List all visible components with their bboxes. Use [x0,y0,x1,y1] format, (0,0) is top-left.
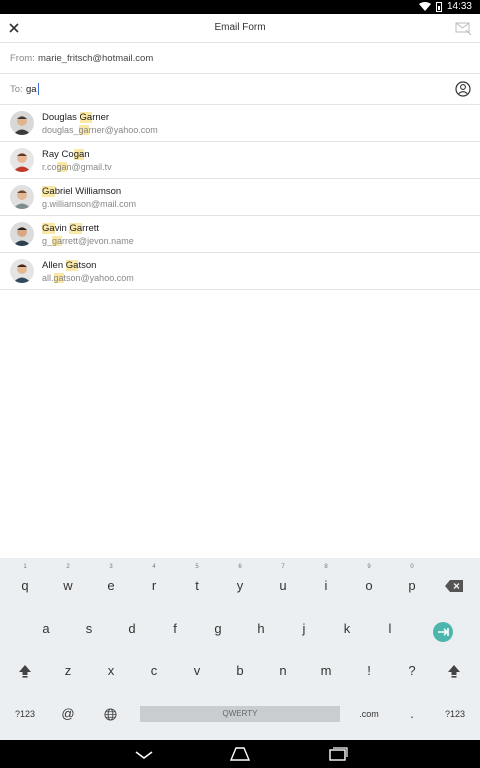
key-f[interactable]: f [160,615,190,643]
status-icons: 14:33 [418,1,472,13]
key-y[interactable]: 6y [225,564,255,600]
page-title: Email Form [214,22,266,33]
to-input[interactable] [26,81,406,97]
key-q[interactable]: 1q [10,564,40,600]
key-w[interactable]: 2w [53,564,83,600]
contact-email: g.williamson@mail.com [42,199,137,209]
from-label: From: [10,53,35,64]
contact-email: r.cogan@gmail.tv [42,162,112,172]
key-c[interactable]: c [139,657,169,685]
space-bar[interactable]: QWERTY [140,706,340,722]
contact-name: Gavin Garrett [42,223,100,234]
home-icon[interactable] [230,746,250,762]
list-item[interactable]: Gavin Garrett g_garrett@jevon.name [0,216,480,253]
navigation-bar [0,740,480,768]
key-v[interactable]: v [182,657,212,685]
symbols-key-right[interactable]: ?123 [440,700,470,728]
key-g[interactable]: g [203,615,233,643]
back-icon[interactable] [134,746,154,762]
key-d[interactable]: d [117,615,147,643]
shift-icon[interactable] [446,663,462,679]
contact-name: Gabriel Williamson [42,186,122,197]
key-e[interactable]: 3e [96,564,126,600]
from-value: marie_fritsch@hotmail.com [38,53,154,64]
status-bar: 14:33 [0,0,480,14]
text-caret [38,83,39,95]
key-exclamation[interactable]: ! [354,657,384,685]
key-z[interactable]: z [53,657,83,685]
key-s[interactable]: s [74,615,104,643]
soft-keyboard: 1q 2w 3e 4r 5t 6y 7u 8i 9o 0p a s d f g … [0,558,480,740]
avatar [10,222,34,246]
key-k[interactable]: k [332,615,362,643]
avatar [10,259,34,283]
list-item[interactable]: Douglas Garner douglas_garner@yahoo.com [0,105,480,142]
key-m[interactable]: m [311,657,341,685]
key-p[interactable]: 0p [397,564,427,600]
symbols-key[interactable]: ?123 [10,700,40,728]
avatar [10,185,34,209]
key-b[interactable]: b [225,657,255,685]
contact-name: Douglas Garner [42,112,110,123]
send-icon[interactable] [454,20,472,36]
key-l[interactable]: l [375,615,405,643]
person-avatar-icon [10,222,34,246]
list-item[interactable]: Allen Gatson all.gatson@yahoo.com [0,253,480,290]
list-item[interactable]: Gabriel Williamson g.williamson@mail.com [0,179,480,216]
to-row: To: [0,74,480,105]
key-i[interactable]: 8i [311,564,341,600]
status-time: 14:33 [446,1,472,12]
app-header: Email Form [0,14,480,43]
next-arrow-icon [438,628,449,636]
key-t[interactable]: 5t [182,564,212,600]
contact-email: douglas_garner@yahoo.com [42,125,158,135]
contact-suggestions: Douglas Garner douglas_garner@yahoo.com … [0,105,480,290]
key-question[interactable]: ? [397,657,427,685]
key-at[interactable]: @ [53,700,83,728]
person-avatar-icon [10,111,34,135]
enter-button[interactable] [433,622,453,642]
person-avatar-icon [10,185,34,209]
contact-name: Allen Gatson [42,260,97,271]
recent-apps-icon[interactable] [328,746,348,762]
key-dot[interactable]: . [397,700,427,728]
person-avatar-icon [10,148,34,172]
shift-icon[interactable] [17,663,33,679]
key-n[interactable]: n [268,657,298,685]
globe-icon[interactable] [104,708,117,721]
to-label: To: [10,84,23,95]
list-item[interactable]: Ray Cogan r.cogan@gmail.tv [0,142,480,179]
key-o[interactable]: 9o [354,564,384,600]
key-x[interactable]: x [96,657,126,685]
avatar [10,111,34,135]
wifi-icon [418,2,431,11]
key-h[interactable]: h [246,615,276,643]
avatar [10,148,34,172]
contact-email: all.gatson@yahoo.com [42,273,134,283]
contact-email: g_garrett@jevon.name [42,236,134,246]
key-u[interactable]: 7u [268,564,298,600]
from-row: From: marie_fritsch@hotmail.com [0,43,480,74]
battery-icon [435,2,442,12]
contacts-picker-icon[interactable] [455,81,471,97]
contact-name: Ray Cogan [42,149,90,160]
key-r[interactable]: 4r [139,564,169,600]
backspace-icon[interactable] [444,579,464,593]
dotcom-key[interactable]: .com [354,700,384,728]
person-avatar-icon [10,259,34,283]
key-j[interactable]: j [289,615,319,643]
key-a[interactable]: a [31,615,61,643]
